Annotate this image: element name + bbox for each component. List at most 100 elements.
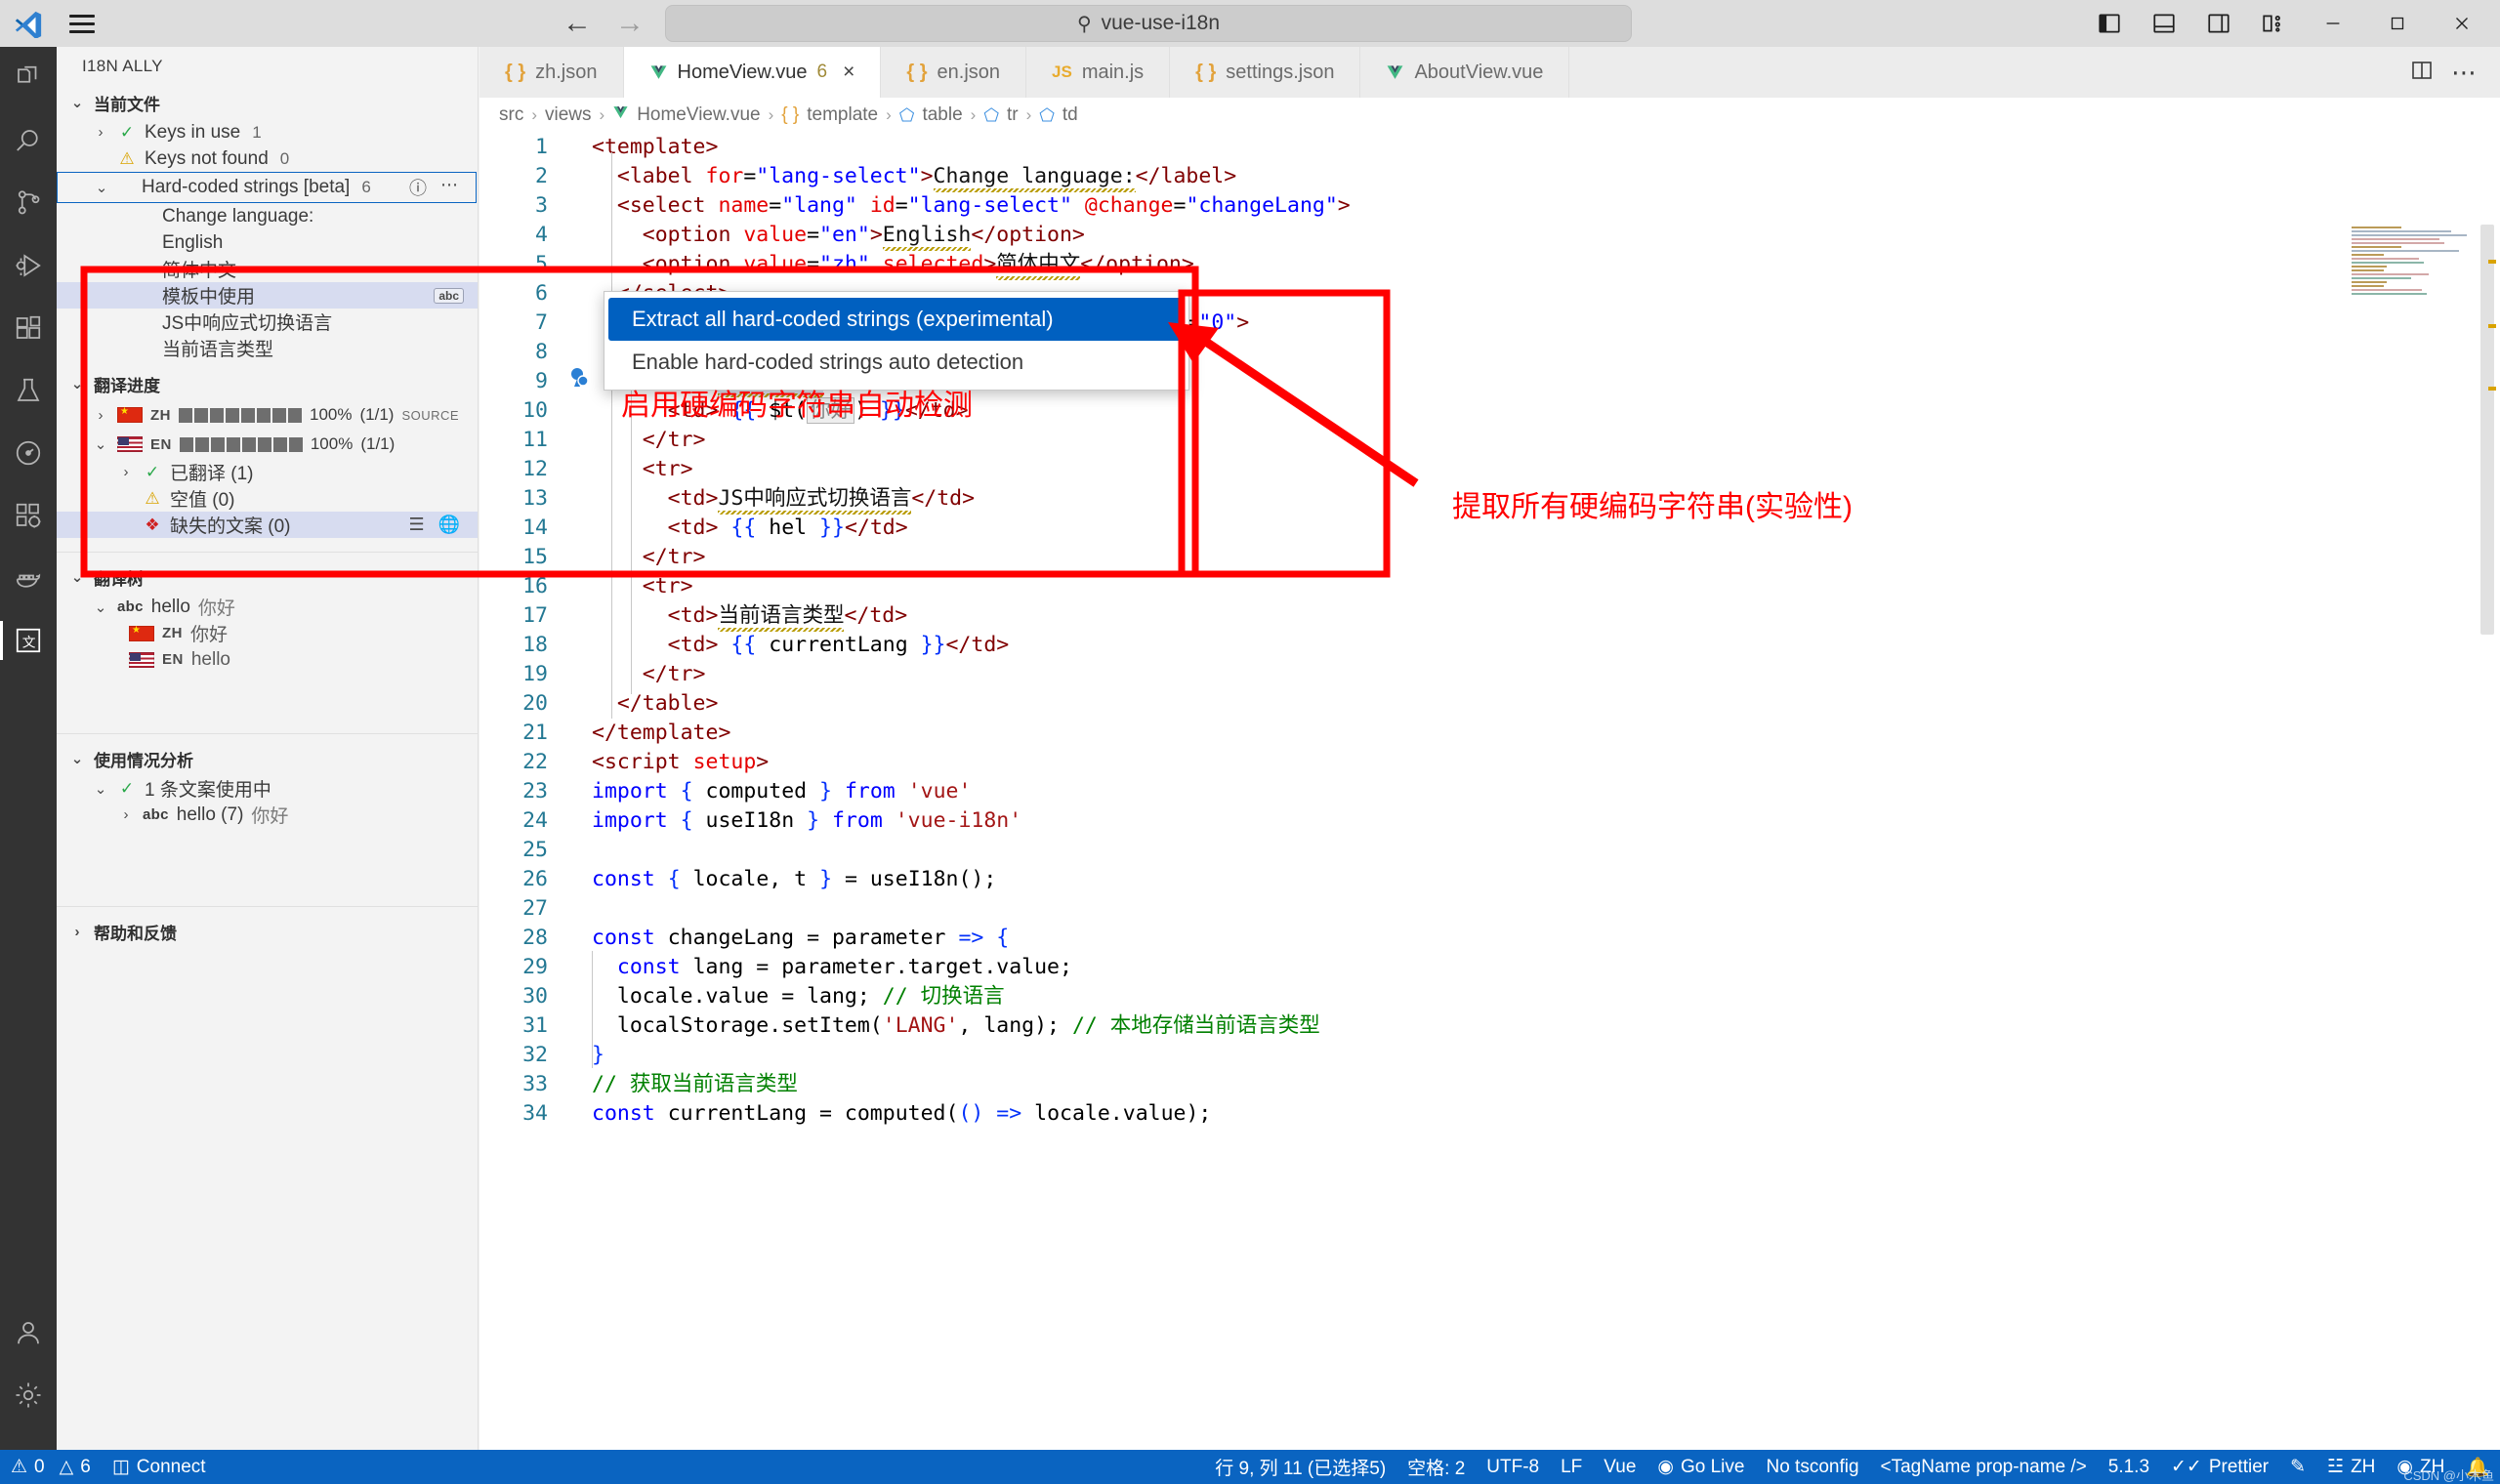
status-cursor-position[interactable]: 行 9, 列 11 (已选择5) — [1204, 1450, 1396, 1484]
tab-homeview-vue[interactable]: HomeView.vue 6 × — [623, 47, 882, 98]
question-circle-icon[interactable]: ⓘ — [409, 175, 427, 200]
breadcrumb-item-template[interactable]: template — [807, 104, 878, 126]
breadcrumb-item-table[interactable]: table — [922, 104, 962, 126]
sidebar-row-translated[interactable]: › ✓ 已翻译 (1) — [57, 459, 478, 485]
status-go-live[interactable]: ◉ Go Live — [1646, 1450, 1755, 1484]
arrow-left-icon[interactable]: ← — [560, 7, 595, 40]
chevron-down-icon[interactable]: ⌄ — [92, 435, 109, 453]
sidebar-item-explorer[interactable] — [0, 47, 57, 109]
sidebar-item-search[interactable] — [0, 109, 57, 172]
tab-en-json[interactable]: { } en.json — [881, 47, 1027, 98]
accounts-icon[interactable] — [0, 1301, 57, 1364]
section-header-progress[interactable]: ⌄ 翻译进度 — [57, 367, 478, 400]
sidebar-row-keys-not-found[interactable]: ⚠ Keys not found 0 — [57, 145, 478, 172]
breadcrumb-item-src[interactable]: src — [499, 104, 523, 126]
minimap[interactable] — [2352, 225, 2477, 332]
bookmark-icon[interactable] — [569, 367, 591, 401]
toggle-primary-sidebar-icon[interactable] — [2084, 0, 2135, 47]
flag-cn-icon — [117, 406, 143, 423]
status-remote-connect[interactable]: ◫ Connect — [102, 1450, 217, 1484]
tab-aboutview-vue[interactable]: AboutView.vue — [1360, 47, 1570, 98]
sidebar-item-settings-sync[interactable] — [0, 484, 57, 547]
section-header-usage[interactable]: ⌄ 使用情况分析 — [57, 742, 478, 775]
context-menu[interactable]: Extract all hard-coded strings (experime… — [604, 291, 1189, 391]
sidebar-row-in-use[interactable]: ⌄ ✓ 1 条文案使用中 — [57, 775, 478, 802]
sidebar-row-hard-coded-strings[interactable]: ⌄ Hard-coded strings [beta] 6 ⓘ ⋯ — [57, 172, 477, 203]
close-icon[interactable] — [2432, 0, 2492, 47]
gear-icon[interactable] — [0, 1364, 57, 1426]
customize-layout-icon[interactable] — [2248, 0, 2299, 47]
sidebar-row-tree-hello-en[interactable]: EN hello — [57, 646, 478, 673]
sidebar-row-empty-values[interactable]: ⚠ 空值 (0) — [57, 485, 478, 512]
sidebar-row-missing[interactable]: ❖ 缺失的文案 (0) ☰ 🌐 — [57, 512, 478, 538]
tab-settings-json[interactable]: { } settings.json — [1170, 47, 1361, 98]
chevron-down-icon[interactable]: ⌄ — [92, 780, 109, 798]
sidebar-row-keys-in-use[interactable]: › ✓ Keys in use 1 — [57, 119, 478, 145]
sidebar-item-run-and-debug[interactable] — [0, 234, 57, 297]
sidebar-row-hc-1[interactable]: Change language: — [57, 203, 478, 229]
sidebar-item-i18n-ally[interactable]: 文 — [0, 609, 57, 672]
chevron-right-icon[interactable]: › — [117, 806, 135, 823]
sidebar-item-testing[interactable] — [0, 359, 57, 422]
status-language-mode[interactable]: Vue — [1593, 1450, 1646, 1484]
breadcrumb-item-tr[interactable]: tr — [1007, 104, 1019, 126]
status-problems[interactable]: ⚠ 0 △ 6 — [0, 1450, 102, 1484]
menu-item-extract-all[interactable]: Extract all hard-coded strings (experime… — [608, 298, 1185, 341]
maximize-icon[interactable] — [2367, 0, 2428, 47]
status-indentation[interactable]: 空格: 2 — [1396, 1450, 1476, 1484]
globe-icon[interactable]: 🌐 — [438, 515, 460, 535]
status-tagname[interactable]: <TagName prop-name /> — [1870, 1450, 2098, 1484]
chevron-right-icon[interactable]: › — [92, 124, 109, 141]
sidebar-row-hc-3[interactable]: 简体中文 — [57, 256, 478, 282]
sidebar-row-progress-zh[interactable]: › ZH 100% (1/1) SOURCE — [57, 400, 478, 430]
status-i18n-locale[interactable]: ☳ ZH — [2316, 1450, 2386, 1484]
minimize-icon[interactable] — [2303, 0, 2363, 47]
menu-item-enable-auto-detection[interactable]: Enable hard-coded strings auto detection — [608, 341, 1185, 384]
command-center-search[interactable]: ⚲ vue-use-i18n — [665, 5, 1632, 42]
code-line-12: <tr> — [642, 457, 693, 481]
breadcrumb-item-td[interactable]: td — [1062, 104, 1078, 126]
status-encoding[interactable]: UTF-8 — [1476, 1450, 1550, 1484]
sidebar-row-hc-6[interactable]: 当前语言类型 — [57, 335, 478, 361]
sidebar-row-hc-5[interactable]: JS中响应式切换语言 — [57, 309, 478, 335]
sidebar-row-hc-4[interactable]: 模板中使用 abc — [57, 282, 478, 309]
toggle-panel-icon[interactable] — [2139, 0, 2189, 47]
breadcrumb-item-views[interactable]: views — [545, 104, 592, 126]
more-icon[interactable]: ⋯ — [440, 175, 458, 200]
sidebar-item-todo-tree[interactable] — [0, 422, 57, 484]
hamburger-menu-icon[interactable] — [57, 10, 107, 38]
ellipsis-icon[interactable]: ⋯ — [2451, 58, 2479, 88]
chevron-right-icon[interactable]: › — [92, 407, 109, 424]
sidebar-row-tree-hello-zh[interactable]: ZH 你好 — [57, 620, 478, 646]
arrow-right-icon[interactable]: → — [612, 7, 647, 40]
split-editor-icon[interactable] — [2410, 59, 2434, 87]
sidebar-row-progress-en[interactable]: ⌄ EN 100% (1/1) — [57, 430, 478, 459]
section-header-help[interactable]: › 帮助和反馈 — [57, 915, 478, 948]
tab-zh-json[interactable]: { } zh.json — [479, 47, 624, 98]
vertical-scrollbar[interactable] — [2480, 225, 2494, 635]
section-header-tree[interactable]: ⌄ 翻译树 — [57, 560, 478, 594]
status-eol[interactable]: LF — [1550, 1450, 1593, 1484]
list-icon[interactable]: ☰ — [408, 515, 424, 535]
flag-cn-icon — [129, 625, 154, 641]
close-icon[interactable]: × — [843, 61, 854, 84]
breadcrumb-item-homeview[interactable]: HomeView.vue — [637, 104, 760, 126]
sidebar-item-docker[interactable] — [0, 547, 57, 609]
sidebar-row-hc-2[interactable]: English — [57, 229, 478, 256]
sidebar-row-tree-hello[interactable]: ⌄ abc hello 你好 — [57, 594, 478, 620]
status-version[interactable]: 5.1.3 — [2098, 1450, 2160, 1484]
status-prettier[interactable]: ✓✓ Prettier — [2160, 1450, 2279, 1484]
status-tsconfig[interactable]: No tsconfig — [1755, 1450, 1869, 1484]
chevron-down-icon[interactable]: ⌄ — [93, 179, 110, 196]
sidebar-item-source-control[interactable] — [0, 172, 57, 234]
sidebar-item-extensions[interactable] — [0, 297, 57, 359]
check-icon: ✓ — [119, 122, 135, 142]
tab-main-js[interactable]: JS main.js — [1026, 47, 1171, 98]
chevron-down-icon[interactable]: ⌄ — [92, 598, 109, 616]
toggle-secondary-sidebar-icon[interactable] — [2193, 0, 2244, 47]
i18n-ally-sidebar: I18N ALLY ⌄ 当前文件 › ✓ Keys in use 1 ⚠ Key… — [57, 47, 479, 1450]
section-header-current-file[interactable]: ⌄ 当前文件 — [57, 86, 478, 119]
sidebar-row-hello-usage[interactable]: › abc hello (7) 你好 — [57, 802, 478, 828]
status-feedback[interactable]: ✎ — [2279, 1450, 2316, 1484]
chevron-right-icon[interactable]: › — [117, 464, 135, 480]
